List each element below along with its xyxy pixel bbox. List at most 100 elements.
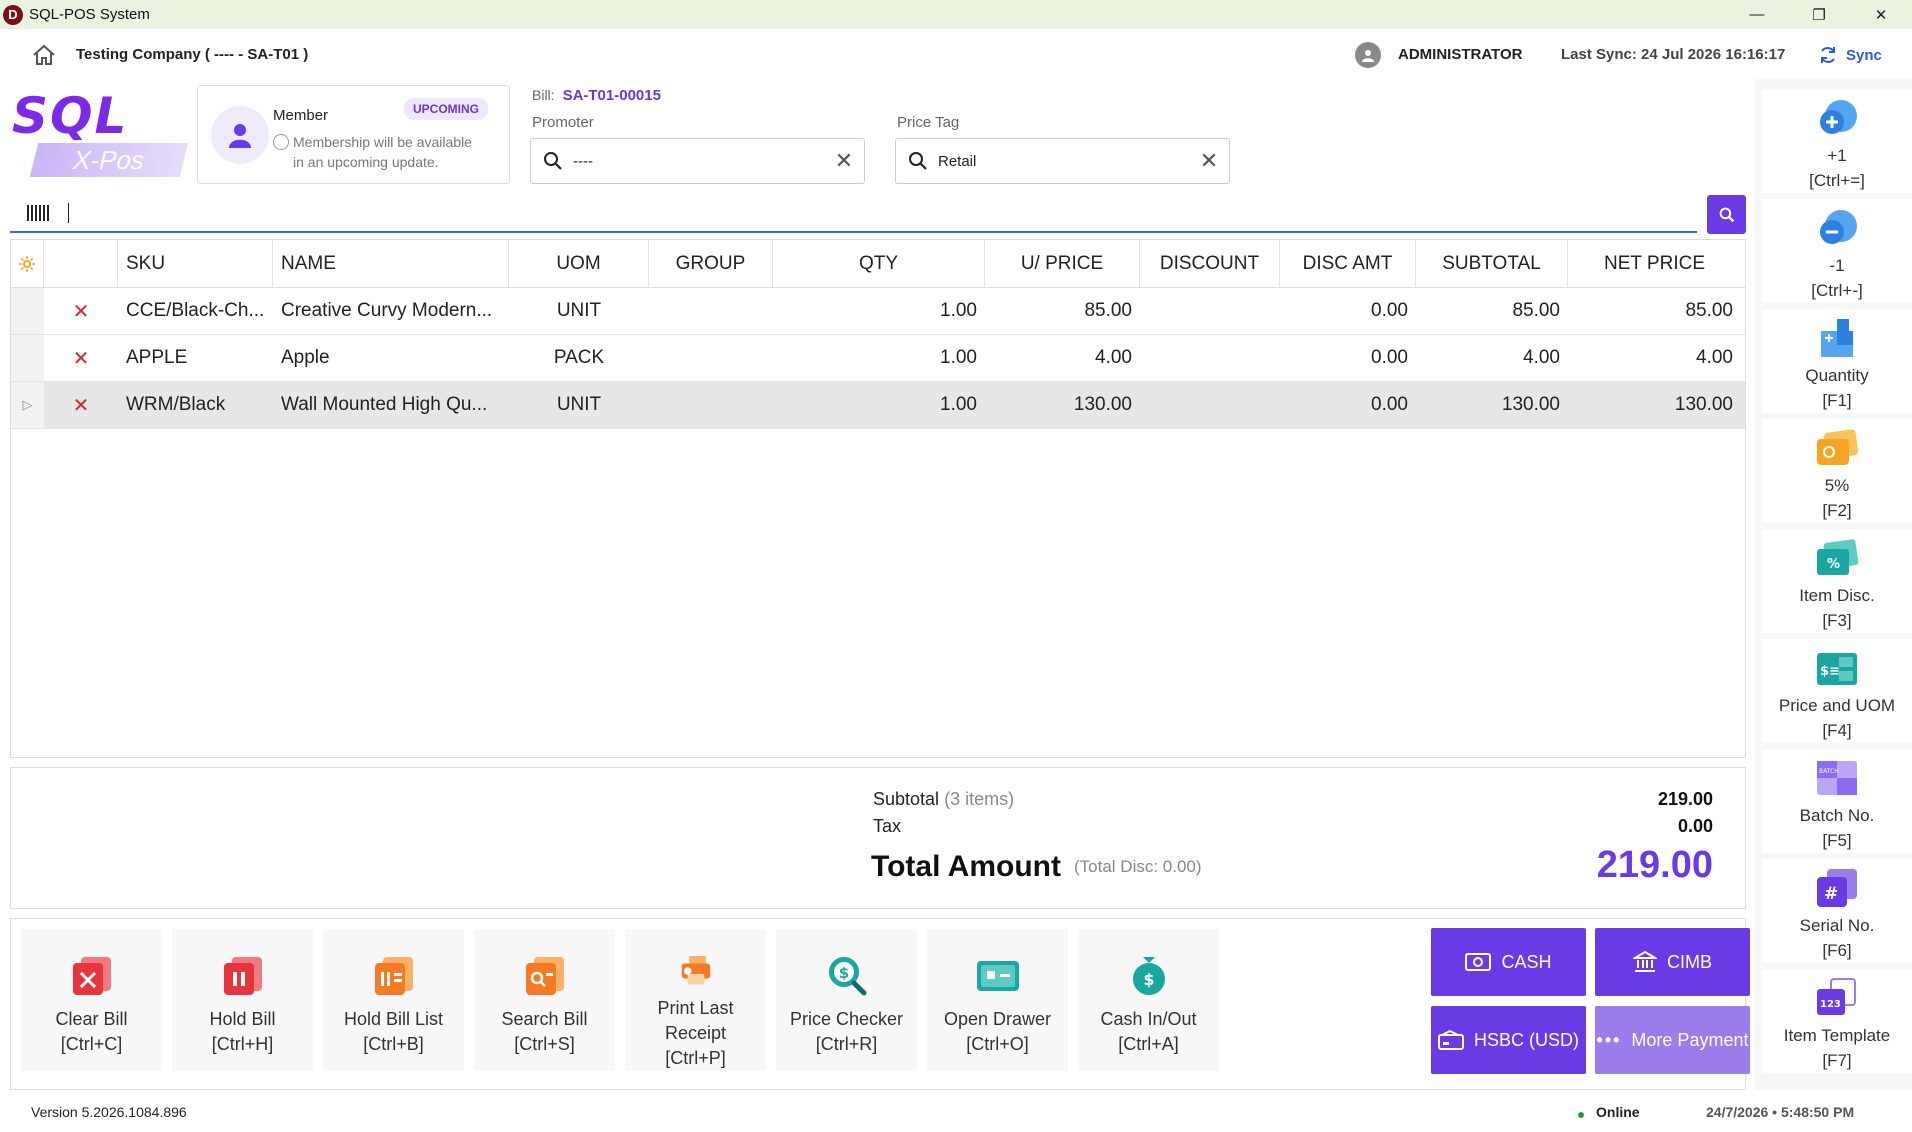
total-discount: (Total Disc: 0.00) [1074,857,1202,876]
member-card[interactable]: Member UPCOMING Membership will be avail… [197,85,510,184]
open-drawer-button[interactable]: Open Drawer [Ctrl+O] [927,929,1068,1071]
cell-qty[interactable]: 1.00 [773,335,985,381]
print-last-receipt-button[interactable]: Print Last Receipt [Ctrl+P] [625,929,766,1071]
current-row-indicator-icon[interactable]: ▷ [11,382,44,428]
more-payment-label: More Payment [1631,1029,1749,1050]
col-header-uom[interactable]: UOM [509,240,649,287]
promoter-label: Promoter [532,114,594,131]
status-datetime: 24/7/2026 • 5:48:50 PM [1706,1104,1855,1120]
row-selector[interactable] [11,335,44,381]
pay-cash-label: CASH [1501,951,1552,972]
cell-disc-amt: 0.00 [1371,394,1408,415]
minus-one-label: -1 [Ctrl+-] [1811,256,1863,300]
delete-row-icon[interactable]: ✕ [44,288,118,334]
delete-row-icon[interactable]: ✕ [44,382,118,428]
price-uom-button[interactable]: $≡ Price and UOM [F4] [1762,639,1912,743]
totals-panel: Subtotal (3 items) 219.00 Tax 0.00 Total… [10,767,1746,909]
price-checker-button[interactable]: $ Price Checker [Ctrl+R] [776,929,917,1071]
more-payment-button[interactable]: ••• More Payment [1595,1006,1750,1074]
plus-one-button[interactable]: +1 [Ctrl+=] [1762,89,1912,193]
item-search-button[interactable] [1707,195,1746,234]
table-row-selected[interactable]: ▷ ✕ WRM/Black Wall Mounted High Qu... UN… [11,382,1745,429]
minus-one-button[interactable]: -1 [Ctrl+-] [1762,199,1912,303]
minimize-button[interactable]: — [1726,0,1788,29]
promoter-field[interactable]: ---- ✕ [530,138,865,184]
col-header-name[interactable]: NAME [273,240,509,287]
item-discount-icon: % [1817,539,1859,575]
discount-5-label: 5% [F2] [1822,476,1852,520]
row-selector[interactable] [11,288,44,334]
search-bill-icon [525,957,564,995]
clear-bill-button[interactable]: Clear Bill [Ctrl+C] [21,929,162,1071]
col-header-net-price[interactable]: NET PRICE [1568,240,1741,287]
member-title: Member [273,107,329,124]
quantity-label: Quantity [F1] [1805,366,1869,410]
card-icon [1437,1030,1464,1050]
batch-no-button[interactable]: BATCH Batch No. [F5] [1762,749,1912,853]
sync-button[interactable]: Sync [1818,40,1882,70]
cell-disc-amt: 0.00 [1371,347,1408,368]
col-header-group[interactable]: GROUP [649,240,773,287]
pay-hsbc-usd-button[interactable]: HSBC (USD) [1431,1006,1586,1074]
cell-unit-price: 4.00 [1095,347,1132,368]
delete-row-icon[interactable]: ✕ [44,335,118,381]
svg-text:BATCH: BATCH [1819,768,1839,775]
sync-icon [1821,47,1835,63]
search-bill-button[interactable]: Search Bill [Ctrl+S] [474,929,615,1071]
cell-qty[interactable]: 1.00 [773,382,985,428]
barcode-input[interactable] [10,195,1697,233]
table-row[interactable]: ✕ CCE/Black-Ch... Creative Curvy Modern.… [11,288,1745,335]
col-header-sku[interactable]: SKU [118,240,273,287]
cell-sku: WRM/Black [126,394,226,415]
pay-cimb-button[interactable]: CIMB [1595,928,1750,996]
text-caret [68,203,69,223]
pay-cash-button[interactable]: CASH [1431,928,1586,996]
search-icon [544,152,562,170]
hold-bill-button[interactable]: Hold Bill [Ctrl+H] [172,929,313,1071]
col-header-disc-amt[interactable]: DISC AMT [1280,240,1416,287]
price-checker-icon: $ [828,957,866,996]
cell-subtotal: 85.00 [1512,300,1560,321]
serial-no-button[interactable]: # Serial No. [F6] [1762,859,1912,963]
hold-bill-list-button[interactable]: Hold Bill List [Ctrl+B] [323,929,464,1071]
item-template-button[interactable]: 123 Item Template [F7] [1762,969,1912,1073]
plus-one-icon [1820,100,1857,134]
col-header-qty[interactable]: QTY [773,240,985,287]
home-icon[interactable] [32,44,56,66]
col-header-discount[interactable]: DISCOUNT [1140,240,1280,287]
clear-price-tag-icon[interactable]: ✕ [1189,148,1229,174]
subtotal-item-count: (3 items) [944,789,1015,809]
user-avatar-icon [1355,42,1381,68]
user-name: ADMINISTRATOR [1398,46,1523,63]
batch-no-label: Batch No. [F5] [1799,806,1875,850]
col-header-subtotal[interactable]: SUBTOTAL [1416,240,1568,287]
svg-text:123: 123 [1820,999,1841,1010]
online-status-icon [1578,1112,1584,1118]
item-discount-button[interactable]: % Item Disc. [F3] [1762,529,1912,633]
bill-number: SA-T01-00015 [562,87,661,104]
header: Testing Company ( ---- - SA-T01 ) ADMINI… [0,29,1912,79]
cell-uom: UNIT [556,394,602,415]
hold-bill-icon [223,957,262,995]
quantity-button[interactable]: Quantity [F1] [1762,309,1912,413]
member-avatar-icon [211,106,269,164]
template-icon: 123 [1817,978,1856,1015]
restore-button[interactable]: ❐ [1788,0,1850,29]
subtotal-value: 219.00 [1657,789,1713,809]
col-header-unit-price[interactable]: U/ PRICE [985,240,1140,287]
cell-group [649,382,773,428]
table-row[interactable]: ✕ APPLE Apple PACK 1.00 4.00 0.00 4.00 4… [11,335,1745,382]
clock-icon [273,134,289,150]
clear-promoter-icon[interactable]: ✕ [824,148,864,174]
discount-5-button[interactable]: 5% [F2] [1762,419,1912,523]
minus-one-icon [1820,210,1857,244]
search-bill-label: Search Bill [Ctrl+S] [501,1009,588,1054]
cash-in-out-button[interactable]: $ Cash In/Out [Ctrl+A] [1078,929,1219,1071]
svg-text:$≡: $≡ [1820,664,1840,679]
cell-discount [1140,335,1280,381]
cell-qty[interactable]: 1.00 [773,288,985,334]
price-tag-field[interactable]: Retail ✕ [895,138,1230,184]
close-window-button[interactable]: ✕ [1850,0,1912,29]
grid-settings-icon[interactable] [11,240,44,287]
batch-icon: BATCH [1817,761,1857,795]
